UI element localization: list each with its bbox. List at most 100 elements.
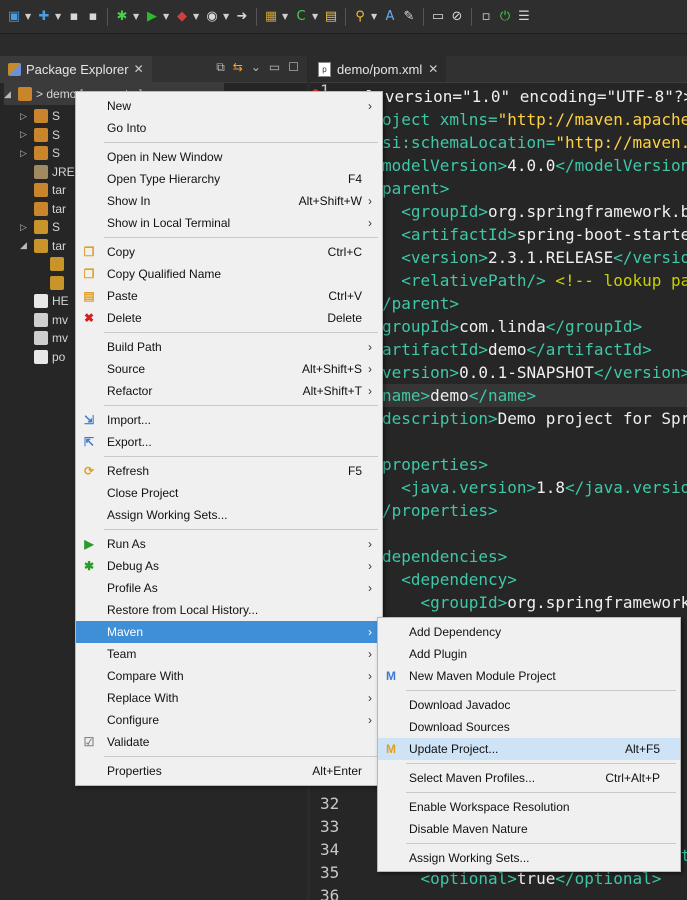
format-icon[interactable]: A [382, 9, 398, 25]
dropdown-arrow-icon[interactable]: ▼ [25, 12, 33, 21]
tree-row[interactable]: po [20, 346, 65, 368]
power-icon[interactable]: ⏻ [497, 9, 513, 25]
menu-item-add-dependency[interactable]: Add Dependency [378, 621, 680, 643]
console-icon[interactable]: ▭ [430, 9, 446, 25]
code-token: com.linda [459, 317, 546, 336]
menu-item-new[interactable]: New › [76, 95, 382, 117]
save-icon[interactable]: ▪ [66, 9, 82, 25]
menu-item-copy-qualified-name[interactable]: ❐ Copy Qualified Name [76, 263, 382, 285]
menu-item-team[interactable]: Team › [76, 643, 382, 665]
menu-item-replace-with[interactable]: Replace With › [76, 687, 382, 709]
menu-item-assign-working-sets[interactable]: Assign Working Sets... [378, 847, 680, 869]
dropdown-arrow-icon[interactable]: ▼ [371, 12, 379, 21]
menu-item-delete[interactable]: ✖ Delete Delete [76, 307, 382, 329]
submenu-arrow-icon: › [368, 216, 372, 230]
tab-package-explorer[interactable]: Package Explorer ✕ [0, 56, 152, 82]
menu-item-open-type-hierarchy[interactable]: Open Type Hierarchy F4 [76, 168, 382, 190]
new-package-icon[interactable]: ▦ [263, 9, 279, 25]
view-menu-icon[interactable]: ⌄ [251, 60, 261, 75]
menu-item-open-in-new-window[interactable]: Open in New Window [76, 146, 382, 168]
menu-separator [104, 142, 378, 143]
menu-item-new-maven-module-project[interactable]: M New Maven Module Project [378, 665, 680, 687]
menu-item-assign-working-sets[interactable]: Assign Working Sets... [76, 504, 382, 526]
code-line: <artifactId>spring-boot-starter-pa [382, 223, 687, 246]
save-all-icon[interactable]: ▪ [85, 9, 101, 25]
terminal-icon[interactable]: ▫ [478, 9, 494, 25]
debug-icon[interactable]: ✱ [114, 9, 130, 25]
menu-item-label: Build Path [107, 340, 162, 354]
menu-item-maven[interactable]: Maven › [76, 621, 382, 643]
menu-item-restore-from-local-history[interactable]: Restore from Local History... [76, 599, 382, 621]
menu-item-validate[interactable]: ☑ Validate [76, 731, 382, 753]
menu-item-run-as[interactable]: ▶ Run As › [76, 533, 382, 555]
new-class-icon[interactable]: C [293, 9, 309, 25]
menu-item-configure[interactable]: Configure › [76, 709, 382, 731]
close-icon[interactable]: ✕ [134, 62, 144, 76]
dropdown-arrow-icon[interactable]: ▼ [223, 12, 231, 21]
stop-icon[interactable]: ◉ [204, 9, 220, 25]
chevron-right-icon[interactable]: ▷ [20, 148, 30, 159]
menu-item-properties[interactable]: Properties Alt+Enter [76, 760, 382, 782]
chevron-right-icon[interactable]: ▷ [20, 222, 30, 233]
menu-item-refresh[interactable]: ⟳ Refresh F5 [76, 460, 382, 482]
toggle-icon[interactable]: ⊘ [449, 9, 465, 25]
menu-item-download-sources[interactable]: Download Sources [378, 716, 680, 738]
chevron-down-icon[interactable]: ◢ [4, 89, 14, 100]
menu-item-show-in[interactable]: Show In Alt+Shift+W › [76, 190, 382, 212]
menu-item-label: Open Type Hierarchy [107, 172, 221, 186]
search-icon[interactable]: ⚲ [352, 9, 368, 25]
maximize-icon[interactable]: ☐ [288, 60, 299, 75]
package-explorer-icon [8, 62, 21, 76]
chevron-right-icon[interactable]: ▷ [20, 111, 30, 122]
menu-item-download-javadoc[interactable]: Download Javadoc [378, 694, 680, 716]
dropdown-arrow-icon[interactable]: ▼ [193, 12, 201, 21]
minimize-icon[interactable]: ▭ [269, 60, 280, 75]
dropdown-arrow-icon[interactable]: ▼ [55, 12, 63, 21]
menu-item-build-path[interactable]: Build Path › [76, 336, 382, 358]
menu-item-update-project[interactable]: M Update Project... Alt+F5 [378, 738, 680, 760]
outline-icon[interactable]: ☰ [516, 9, 532, 25]
package-explorer-header: Package Explorer ✕ ⧉ ⇆ ⌄ ▭ ☐ [0, 56, 307, 83]
new-wizard-icon[interactable]: ▣ [6, 9, 22, 25]
dropdown-arrow-icon[interactable]: ▼ [312, 12, 320, 21]
menu-item-select-maven-profiles[interactable]: Select Maven Profiles... Ctrl+Alt+P [378, 767, 680, 789]
skip-icon[interactable]: ➜ [234, 9, 250, 25]
menu-item-close-project[interactable]: Close Project [76, 482, 382, 504]
link-editor-icon[interactable]: ⇆ [233, 60, 243, 75]
menu-item-profile-as[interactable]: Profile As › [76, 577, 382, 599]
validate-icon: ☑ [83, 735, 95, 749]
menu-item-compare-with[interactable]: Compare With › [76, 665, 382, 687]
chevron-down-icon[interactable]: ◢ [20, 240, 30, 251]
menu-item-source[interactable]: Source Alt+Shift+S › [76, 358, 382, 380]
menu-item-go-into[interactable]: Go Into [76, 117, 382, 139]
menu-item-shortcut: F4 [347, 172, 362, 186]
dropdown-arrow-icon[interactable]: ▼ [282, 12, 290, 21]
dropdown-arrow-icon[interactable]: ▼ [133, 12, 141, 21]
external-tools-icon[interactable]: ◆ [174, 9, 190, 25]
close-icon[interactable]: ✕ [428, 62, 438, 76]
menu-item-import[interactable]: ⇲ Import... [76, 409, 382, 431]
menu-item-export[interactable]: ⇱ Export... [76, 431, 382, 453]
java-source-folder-icon [34, 146, 48, 160]
menu-item-show-in-local-terminal[interactable]: Show in Local Terminal › [76, 212, 382, 234]
run-icon[interactable]: ▶ [144, 9, 160, 25]
menu-item-enable-workspace-resolution[interactable]: Enable Workspace Resolution [378, 796, 680, 818]
menu-item-paste[interactable]: ▤ Paste Ctrl+V [76, 285, 382, 307]
code-token: org.springframework.bo [507, 593, 687, 612]
new-java-icon[interactable]: ✚ [36, 9, 52, 25]
dropdown-arrow-icon[interactable]: ▼ [163, 12, 171, 21]
menu-item-copy[interactable]: ❐ Copy Ctrl+C [76, 241, 382, 263]
menu-item-label: Team [107, 647, 137, 661]
tab-pom-xml[interactable]: p demo/pom.xml ✕ [310, 56, 447, 82]
menu-item-refactor[interactable]: Refactor Alt+Shift+T › [76, 380, 382, 402]
chevron-right-icon[interactable]: ▷ [20, 129, 30, 140]
menu-item-add-plugin[interactable]: Add Plugin [378, 643, 680, 665]
open-type-icon[interactable]: ▤ [323, 9, 339, 25]
collapse-all-icon[interactable]: ⧉ [216, 60, 225, 75]
menu-item-disable-maven-nature[interactable]: Disable Maven Nature [378, 818, 680, 840]
package-explorer-tools: ⧉ ⇆ ⌄ ▭ ☐ [216, 60, 299, 75]
editor-tab-title: demo/pom.xml [337, 61, 423, 77]
annotation-icon[interactable]: ✎ [401, 9, 417, 25]
menu-item-debug-as[interactable]: ✱ Debug As › [76, 555, 382, 577]
menu-item-label: Compare With [107, 669, 184, 683]
